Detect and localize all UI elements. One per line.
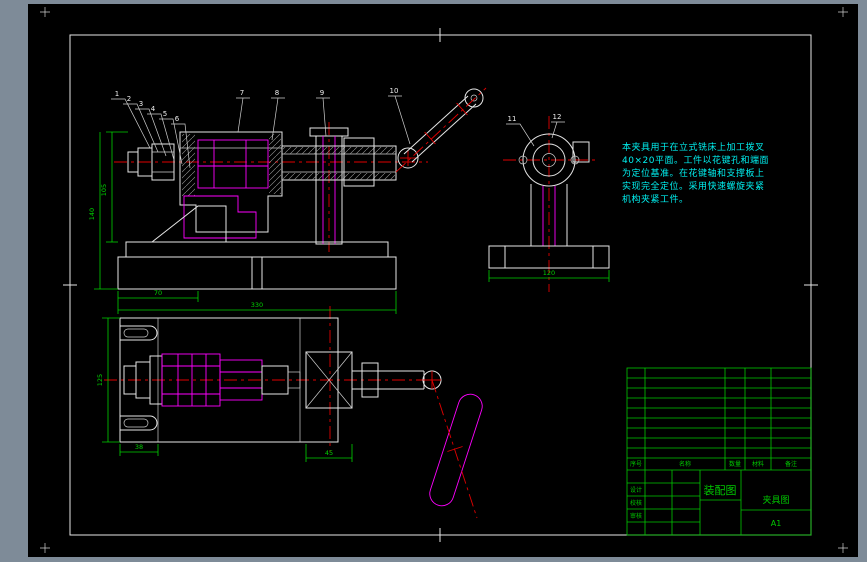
dim-side-width: 120 xyxy=(543,269,555,277)
dim-front-sub: 70 xyxy=(154,289,162,297)
dim-front-upper: 105 xyxy=(100,184,108,196)
dim-top-slot: 38 xyxy=(135,443,143,451)
sig-design: 设计 xyxy=(630,486,642,494)
header-material: 材料 xyxy=(752,460,764,468)
header-qty: 数量 xyxy=(729,460,741,468)
balloon-7: 7 xyxy=(240,89,244,97)
balloon-12: 12 xyxy=(553,113,562,121)
balloon-11: 11 xyxy=(508,115,517,123)
balloon-9: 9 xyxy=(320,89,324,97)
front-view xyxy=(114,87,487,290)
balloon-4: 4 xyxy=(151,105,156,113)
drawing-name: 夹具图 xyxy=(762,494,789,506)
mounting-slot-top xyxy=(120,325,158,341)
support-rib xyxy=(150,205,227,243)
balloon-5: 5 xyxy=(163,110,167,118)
header-seq: 序号 xyxy=(630,460,642,468)
balloon-1: 1 xyxy=(115,90,119,98)
dim-front-width: 330 xyxy=(251,301,263,309)
handle xyxy=(422,370,483,519)
title-block: 序号 名称 数量 材料 备注 设计 校核 审核 装配图 夹具图 A1 xyxy=(626,367,812,536)
sig-check: 校核 xyxy=(630,499,642,507)
clamp-lever xyxy=(395,87,487,173)
dim-top-depth: 125 xyxy=(96,374,104,386)
dimension-annotations: 105 140 70 330 120 125 38 45 xyxy=(88,131,610,462)
fixture-body xyxy=(179,131,283,239)
note-line-5: 机构夹紧工件。 xyxy=(622,193,689,205)
sheet-frame xyxy=(40,7,848,553)
base-plate xyxy=(117,241,397,290)
note-line-4: 实现完全定位。采用快速螺旋夹紧 xyxy=(622,180,765,192)
note-line-3: 为定位基准。在花键轴和支撑板上 xyxy=(622,167,765,179)
registration-mark-icon xyxy=(40,7,848,553)
balloon-8: 8 xyxy=(275,89,279,97)
sig-audit: 审核 xyxy=(630,512,642,520)
technical-note: 本夹具用于在立式铣床上加工拨叉 40×20平面。工件以花键孔和端面 为定位基准。… xyxy=(622,141,769,205)
note-line-1: 本夹具用于在立式铣床上加工拨叉 xyxy=(622,141,765,153)
balloon-3: 3 xyxy=(139,100,143,108)
top-view xyxy=(104,306,483,519)
drawing-sheet: 1 2 3 4 5 6 7 8 9 10 11 12 105 140 70 33… xyxy=(40,7,848,553)
side-view xyxy=(488,116,610,292)
signature-labels: 设计 校核 审核 xyxy=(630,486,642,520)
balloon-10: 10 xyxy=(390,87,399,95)
dim-top-block: 45 xyxy=(325,449,333,457)
cad-viewer-background: { "window": { "outer_bg": "#7e8b98", "ca… xyxy=(0,0,867,562)
parts-list-header: 序号 名称 数量 材料 备注 xyxy=(630,460,797,468)
balloon-2: 2 xyxy=(127,95,131,103)
balloon-6: 6 xyxy=(175,115,180,123)
sheet-size: A1 xyxy=(771,519,782,528)
note-line-2: 40×20平面。工件以花键孔和端面 xyxy=(622,154,769,166)
header-name: 名称 xyxy=(679,460,691,468)
mounting-slot-bottom xyxy=(120,415,158,431)
header-remark: 备注 xyxy=(785,460,797,468)
drawing-title: 装配图 xyxy=(704,484,737,497)
dim-front-total: 140 xyxy=(88,208,96,220)
